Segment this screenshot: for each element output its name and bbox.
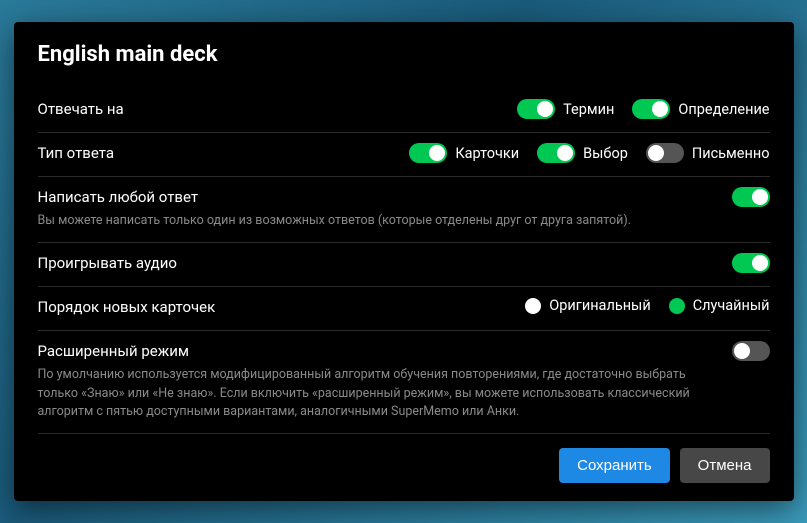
radio-original[interactable] bbox=[525, 298, 541, 314]
toggle-choice[interactable] bbox=[537, 143, 575, 163]
row-answer-type: Тип ответа Карточки Выбор Письменно bbox=[38, 133, 770, 177]
row-advanced: Расширенный режим По умолчанию используе… bbox=[38, 331, 770, 433]
toggle-any-answer[interactable] bbox=[732, 187, 770, 207]
settings-dialog: English main deck Отвечать на Термин Опр… bbox=[14, 22, 794, 501]
row-card-order: Порядок новых карточек Оригинальный Случ… bbox=[38, 287, 770, 331]
toggle-term[interactable] bbox=[517, 99, 555, 119]
opt-original-label: Оригинальный bbox=[549, 297, 650, 314]
toggle-advanced[interactable] bbox=[732, 341, 770, 361]
opt-definition-label: Определение bbox=[678, 101, 769, 118]
opt-choice: Выбор bbox=[537, 143, 628, 163]
opt-written: Письменно bbox=[646, 143, 770, 163]
label-advanced: Расширенный режим bbox=[38, 341, 716, 362]
opt-original: Оригинальный bbox=[525, 297, 650, 314]
sub-advanced: По умолчанию используется модифицированн… bbox=[38, 366, 716, 420]
opt-written-label: Письменно bbox=[692, 145, 770, 162]
toggle-definition[interactable] bbox=[632, 99, 670, 119]
label-answer-on: Отвечать на bbox=[38, 99, 502, 120]
opt-definition: Определение bbox=[632, 99, 769, 119]
toggle-play-audio[interactable] bbox=[732, 253, 770, 273]
opt-term-label: Термин bbox=[563, 101, 614, 118]
row-answer-on: Отвечать на Термин Определение bbox=[38, 89, 770, 133]
toggle-written[interactable] bbox=[646, 143, 684, 163]
toggle-cards[interactable] bbox=[409, 143, 447, 163]
label-answer-type: Тип ответа bbox=[38, 143, 394, 164]
label-card-order: Порядок новых карточек bbox=[38, 297, 510, 318]
row-play-audio: Проигрывать аудио bbox=[38, 243, 770, 287]
row-any-answer: Написать любой ответ Вы можете написать … bbox=[38, 177, 770, 243]
label-any-answer: Написать любой ответ bbox=[38, 187, 716, 208]
radio-random[interactable] bbox=[669, 298, 685, 314]
opt-cards-label: Карточки bbox=[455, 145, 519, 162]
sub-any-answer: Вы можете написать только один из возмож… bbox=[38, 212, 716, 230]
opt-random: Случайный bbox=[669, 297, 770, 314]
cancel-button[interactable]: Отмена bbox=[680, 448, 770, 483]
save-button[interactable]: Сохранить bbox=[559, 448, 670, 483]
dialog-title: English main deck bbox=[38, 42, 770, 67]
opt-choice-label: Выбор bbox=[583, 145, 628, 162]
dialog-footer: Сохранить Отмена bbox=[38, 448, 770, 483]
opt-term: Термин bbox=[517, 99, 614, 119]
opt-cards: Карточки bbox=[409, 143, 519, 163]
label-play-audio: Проигрывать аудио bbox=[38, 253, 716, 274]
opt-random-label: Случайный bbox=[693, 297, 770, 314]
